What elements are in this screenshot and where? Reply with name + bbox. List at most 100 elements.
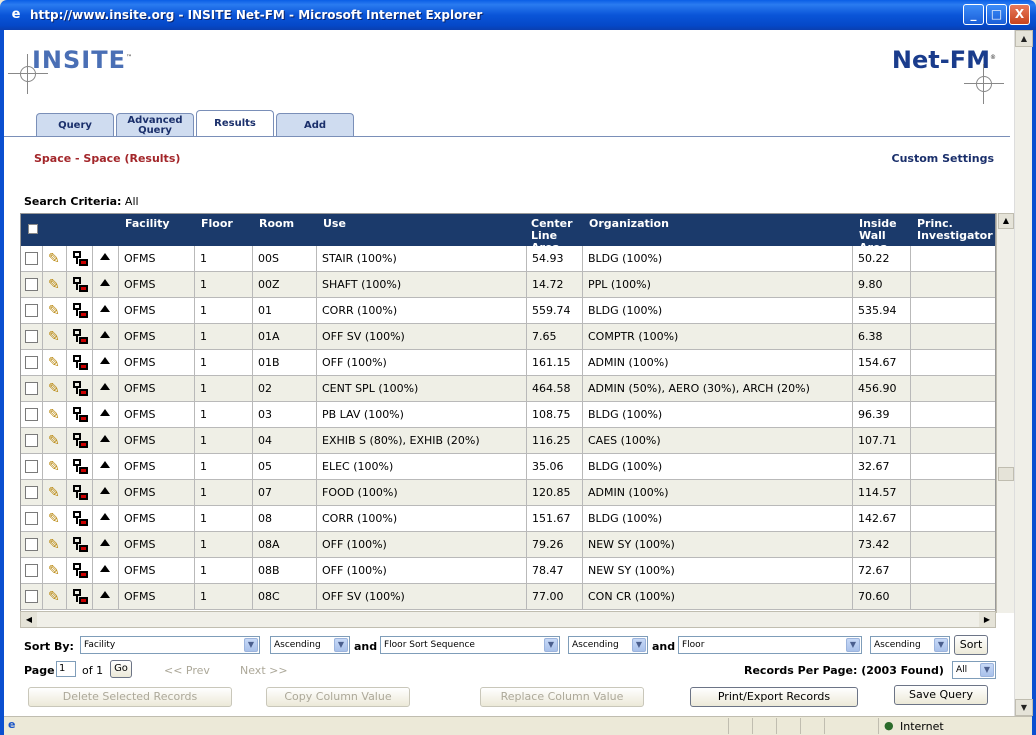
triangle-up-icon[interactable] — [100, 435, 110, 442]
hierarchy-tree-icon[interactable] — [73, 277, 89, 293]
sort-order-2-select[interactable]: Ascending ▼ — [568, 636, 648, 654]
hierarchy-tree-icon[interactable] — [73, 355, 89, 371]
table-row[interactable]: ✎ OFMS 1 01 CORR (100%) 559.74 BLDG (100%) 535.… — [21, 298, 995, 324]
triangle-up-icon[interactable] — [100, 565, 110, 572]
maximize-button[interactable]: □ — [986, 4, 1007, 25]
scroll-right-arrow-icon[interactable]: ▶ — [979, 612, 995, 627]
edit-pencil-icon[interactable]: ✎ — [48, 458, 64, 476]
scroll-up-arrow-icon[interactable]: ▲ — [1015, 30, 1033, 47]
edit-pencil-icon[interactable]: ✎ — [48, 562, 64, 580]
save-query-button[interactable]: Save Query — [894, 685, 988, 705]
hierarchy-tree-icon[interactable] — [73, 381, 89, 397]
hierarchy-tree-icon[interactable] — [73, 329, 89, 345]
column-header-room[interactable]: Room — [259, 218, 294, 230]
grid-horizontal-scrollbar[interactable]: ◀ ▶ — [20, 611, 996, 628]
copy-column-value-button[interactable]: Copy Column Value — [266, 687, 410, 707]
row-checkbox[interactable] — [25, 356, 38, 369]
hierarchy-tree-icon[interactable] — [73, 459, 89, 475]
triangle-up-icon[interactable] — [100, 383, 110, 390]
edit-pencil-icon[interactable]: ✎ — [48, 380, 64, 398]
hierarchy-tree-icon[interactable] — [73, 407, 89, 423]
row-checkbox[interactable] — [25, 460, 38, 473]
triangle-up-icon[interactable] — [100, 331, 110, 338]
sort-field-3-select[interactable]: Floor ▼ — [678, 636, 862, 654]
triangle-up-icon[interactable] — [100, 305, 110, 312]
next-page-link[interactable]: Next >> — [240, 664, 288, 677]
table-row[interactable]: ✎ OFMS 1 05 ELEC (100%) 35.06 BLDG (100%) 32.67 — [21, 454, 995, 480]
edit-pencil-icon[interactable]: ✎ — [48, 302, 64, 320]
sort-field-2-select[interactable]: Floor Sort Sequence ▼ — [380, 636, 560, 654]
row-checkbox[interactable] — [25, 304, 38, 317]
row-checkbox[interactable] — [25, 512, 38, 525]
sort-order-3-select[interactable]: Ascending ▼ — [870, 636, 950, 654]
scroll-left-arrow-icon[interactable]: ◀ — [21, 612, 37, 627]
column-header-use[interactable]: Use — [323, 218, 346, 230]
table-row[interactable]: ✎ OFMS 1 01B OFF (100%) 161.15 ADMIN (100%) 154… — [21, 350, 995, 376]
table-row[interactable]: ✎ OFMS 1 00S STAIR (100%) 54.93 BLDG (100%) 50.… — [21, 246, 995, 272]
hierarchy-tree-icon[interactable] — [73, 303, 89, 319]
go-button[interactable]: Go — [110, 660, 132, 678]
row-checkbox[interactable] — [25, 538, 38, 551]
edit-pencil-icon[interactable]: ✎ — [48, 432, 64, 450]
triangle-up-icon[interactable] — [100, 539, 110, 546]
edit-pencil-icon[interactable]: ✎ — [48, 588, 64, 606]
tab-advanced-query[interactable]: Advanced Query — [116, 113, 194, 137]
table-row[interactable]: ✎ OFMS 1 02 CENT SPL (100%) 464.58 ADMIN (50%)… — [21, 376, 995, 402]
page-vertical-scrollbar[interactable]: ▲ ▼ — [1014, 30, 1033, 716]
triangle-up-icon[interactable] — [100, 253, 110, 260]
row-checkbox[interactable] — [25, 330, 38, 343]
table-row[interactable]: ✎ OFMS 1 07 FOOD (100%) 120.85 ADMIN (100%) 114… — [21, 480, 995, 506]
triangle-up-icon[interactable] — [100, 591, 110, 598]
column-header-organization[interactable]: Organization — [589, 218, 669, 230]
delete-selected-records-button[interactable]: Delete Selected Records — [28, 687, 232, 707]
tab-results[interactable]: Results — [196, 110, 274, 137]
grid-vertical-scrollbar[interactable]: ▲ — [996, 213, 1014, 613]
column-header-princ-investigator[interactable]: Princ. Investigator — [917, 218, 993, 242]
page-number-input[interactable]: 1 — [56, 661, 76, 677]
table-row[interactable]: ✎ OFMS 1 03 PB LAV (100%) 108.75 BLDG (100%) 96… — [21, 402, 995, 428]
table-row[interactable]: ✎ OFMS 1 04 EXHIB S (80%), EXHIB (20%) 116.25… — [21, 428, 995, 454]
table-row[interactable]: ✎ OFMS 1 08C OFF SV (100%) 77.00 CON CR (100%)… — [21, 584, 995, 610]
hierarchy-tree-icon[interactable] — [73, 563, 89, 579]
hierarchy-tree-icon[interactable] — [73, 485, 89, 501]
edit-pencil-icon[interactable]: ✎ — [48, 484, 64, 502]
table-row[interactable]: ✎ OFMS 1 00Z SHAFT (100%) 14.72 PPL (100%) 9.80 — [21, 272, 995, 298]
hierarchy-tree-icon[interactable] — [73, 433, 89, 449]
triangle-up-icon[interactable] — [100, 357, 110, 364]
row-checkbox[interactable] — [25, 252, 38, 265]
sort-button[interactable]: Sort — [954, 635, 988, 655]
row-checkbox[interactable] — [25, 486, 38, 499]
row-checkbox[interactable] — [25, 382, 38, 395]
edit-pencil-icon[interactable]: ✎ — [48, 250, 64, 268]
scrollbar-thumb[interactable] — [998, 467, 1014, 481]
sort-field-1-select[interactable]: Facility ▼ — [80, 636, 260, 654]
row-checkbox[interactable] — [25, 564, 38, 577]
prev-page-link[interactable]: << Prev — [164, 664, 210, 677]
column-header-floor[interactable]: Floor — [201, 218, 233, 230]
triangle-up-icon[interactable] — [100, 409, 110, 416]
hierarchy-tree-icon[interactable] — [73, 511, 89, 527]
row-checkbox[interactable] — [25, 434, 38, 447]
minimize-button[interactable]: _ — [963, 4, 984, 25]
scroll-up-arrow-icon[interactable]: ▲ — [998, 213, 1014, 229]
replace-column-value-button[interactable]: Replace Column Value — [480, 687, 644, 707]
row-checkbox[interactable] — [25, 590, 38, 603]
close-button[interactable]: X — [1009, 4, 1030, 25]
hierarchy-tree-icon[interactable] — [73, 589, 89, 605]
edit-pencil-icon[interactable]: ✎ — [48, 536, 64, 554]
table-row[interactable]: ✎ OFMS 1 08B OFF (100%) 78.47 NEW SY (100%) 72.… — [21, 558, 995, 584]
hierarchy-tree-icon[interactable] — [73, 537, 89, 553]
records-per-page-select[interactable]: All ▼ — [952, 661, 996, 679]
custom-settings-link[interactable]: Custom Settings — [892, 152, 994, 165]
edit-pencil-icon[interactable]: ✎ — [48, 510, 64, 528]
triangle-up-icon[interactable] — [100, 279, 110, 286]
hierarchy-tree-icon[interactable] — [73, 251, 89, 267]
edit-pencil-icon[interactable]: ✎ — [48, 354, 64, 372]
tab-query[interactable]: Query — [36, 113, 114, 137]
edit-pencil-icon[interactable]: ✎ — [48, 328, 64, 346]
print-export-records-button[interactable]: Print/Export Records — [690, 687, 858, 707]
triangle-up-icon[interactable] — [100, 513, 110, 520]
sort-order-1-select[interactable]: Ascending ▼ — [270, 636, 350, 654]
triangle-up-icon[interactable] — [100, 487, 110, 494]
table-row[interactable]: ✎ OFMS 1 08 CORR (100%) 151.67 BLDG (100%) 142.… — [21, 506, 995, 532]
